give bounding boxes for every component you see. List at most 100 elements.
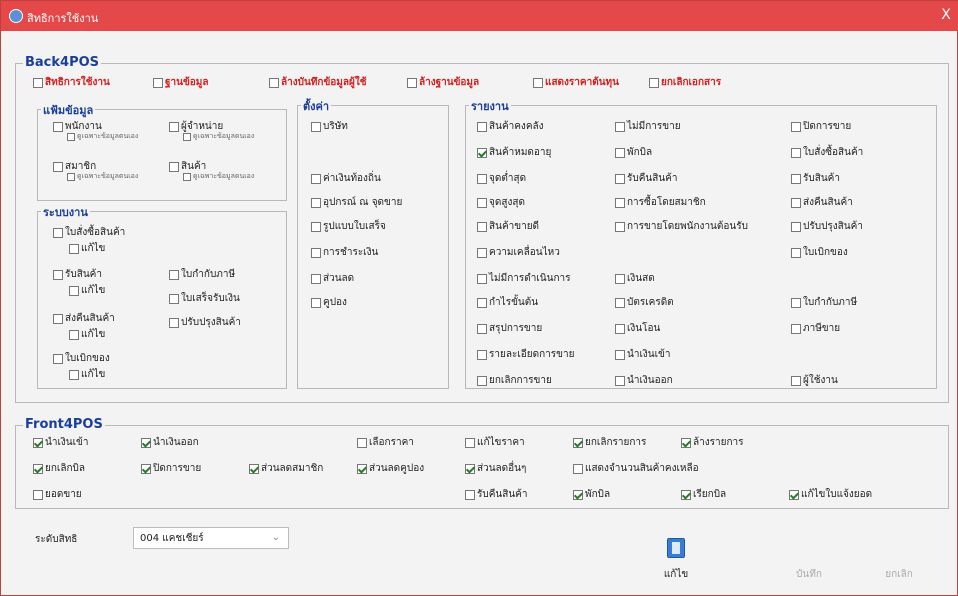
checkbox[interactable] bbox=[53, 353, 63, 364]
checkbox[interactable] bbox=[311, 197, 321, 208]
checkbox[interactable] bbox=[67, 172, 75, 181]
cb-database[interactable]: ฐานข้อมูล bbox=[153, 75, 209, 90]
checkbox[interactable] bbox=[791, 221, 801, 232]
cb-po-edit[interactable]: แก้ไข bbox=[69, 241, 105, 256]
checkbox[interactable] bbox=[681, 489, 691, 500]
front-cb-row2-3[interactable]: ส่วนลดคูปอง bbox=[357, 461, 424, 476]
edit-button[interactable]: แก้ไข bbox=[661, 567, 691, 582]
report-cb-col3-4[interactable]: ปรับปรุงสินค้า bbox=[791, 219, 863, 234]
checkbox[interactable] bbox=[169, 121, 179, 132]
front-cb-row2-5[interactable]: แสดงจำนวนสินค้าคงเหลือ bbox=[573, 461, 699, 476]
report-cb-col1-5[interactable]: ความเคลื่อนไหว bbox=[477, 245, 560, 260]
checkbox[interactable] bbox=[53, 313, 63, 324]
cb-clear-database[interactable]: ล้างฐานข้อมูล bbox=[407, 75, 479, 90]
checkbox[interactable] bbox=[477, 349, 487, 360]
report-cb-col3-7[interactable]: ภาษีขาย bbox=[791, 321, 840, 336]
checkbox[interactable] bbox=[465, 463, 475, 474]
cb-tax-invoice[interactable]: ใบกำกับภาษี bbox=[169, 267, 235, 282]
checkbox[interactable] bbox=[615, 273, 625, 284]
cb-receive-edit[interactable]: แก้ไข bbox=[69, 283, 105, 298]
report-cb-col3-5[interactable]: ใบเบิกของ bbox=[791, 245, 848, 260]
checkbox[interactable] bbox=[33, 489, 43, 500]
checkbox[interactable] bbox=[311, 297, 321, 308]
checkbox[interactable] bbox=[615, 147, 625, 158]
checkbox[interactable] bbox=[477, 147, 487, 158]
checkbox[interactable] bbox=[33, 463, 43, 474]
cb-payment[interactable]: การชำระเงิน bbox=[311, 245, 378, 260]
report-cb-col1-8[interactable]: สรุปการขาย bbox=[477, 321, 542, 336]
cb-requisition-edit[interactable]: แก้ไข bbox=[69, 367, 105, 382]
checkbox[interactable] bbox=[357, 463, 367, 474]
checkbox[interactable] bbox=[53, 121, 63, 132]
cb-discount[interactable]: ส่วนลด bbox=[311, 271, 354, 286]
checkbox[interactable] bbox=[477, 221, 487, 232]
report-cb-col2-4[interactable]: การขายโดยพนักงานต้อนรับ bbox=[615, 219, 748, 234]
checkbox[interactable] bbox=[53, 161, 63, 172]
cb-receipt-format[interactable]: รูปแบบใบเสร็จ bbox=[311, 219, 386, 234]
checkbox[interactable] bbox=[153, 77, 163, 88]
checkbox[interactable] bbox=[477, 323, 487, 334]
report-cb-col3-3[interactable]: ส่งคืนสินค้า bbox=[791, 195, 853, 210]
report-cb-col1-6[interactable]: ไม่มีการดำเนินการ bbox=[477, 271, 571, 286]
report-cb-col3-0[interactable]: ปิดการขาย bbox=[791, 119, 851, 134]
checkbox[interactable] bbox=[33, 437, 43, 448]
report-cb-col1-9[interactable]: รายละเอียดการขาย bbox=[477, 347, 574, 362]
checkbox[interactable] bbox=[477, 173, 487, 184]
cancel-button[interactable]: ยกเลิก bbox=[877, 567, 921, 582]
report-cb-col2-2[interactable]: รับคืนสินค้า bbox=[615, 171, 678, 186]
report-cb-col3-8[interactable]: ผู้ใช้งาน bbox=[791, 373, 838, 388]
cb-supplier-own[interactable]: ดูเฉพาะข้อมูลตนเอง bbox=[183, 131, 254, 142]
report-cb-col2-1[interactable]: พักบิล bbox=[615, 145, 652, 160]
checkbox[interactable] bbox=[183, 132, 191, 141]
checkbox[interactable] bbox=[791, 297, 801, 308]
checkbox[interactable] bbox=[791, 247, 801, 258]
checkbox[interactable] bbox=[465, 437, 475, 448]
front-cb-row2-1[interactable]: ปิดการขาย bbox=[141, 461, 201, 476]
checkbox[interactable] bbox=[615, 349, 625, 360]
report-cb-col1-2[interactable]: จุดต่ำสุด bbox=[477, 171, 526, 186]
cb-return[interactable]: ส่งคืนสินค้า bbox=[53, 311, 115, 326]
front-cb-row1-0[interactable]: นำเงินเข้า bbox=[33, 435, 88, 450]
checkbox[interactable] bbox=[477, 273, 487, 284]
cb-receive[interactable]: รับสินค้า bbox=[53, 267, 102, 282]
level-select[interactable]: 004 แคชเชียร์ ⌄ bbox=[133, 527, 289, 549]
cb-receipt[interactable]: ใบเสร็จรับเงิน bbox=[169, 291, 240, 306]
checkbox[interactable] bbox=[649, 77, 659, 88]
checkbox[interactable] bbox=[533, 77, 543, 88]
checkbox[interactable] bbox=[249, 463, 259, 474]
checkbox[interactable] bbox=[791, 173, 801, 184]
report-cb-col2-3[interactable]: การซื้อโดยสมาชิก bbox=[615, 195, 706, 210]
checkbox[interactable] bbox=[477, 197, 487, 208]
report-cb-col2-9[interactable]: นำเงินออก bbox=[615, 373, 673, 388]
checkbox[interactable] bbox=[615, 375, 625, 386]
front-cb-row1-3[interactable]: แก้ไขราคา bbox=[465, 435, 525, 450]
checkbox[interactable] bbox=[477, 247, 487, 258]
cb-employee-own[interactable]: ดูเฉพาะข้อมูลตนเอง bbox=[67, 131, 138, 142]
checkbox[interactable] bbox=[615, 197, 625, 208]
checkbox[interactable] bbox=[357, 437, 367, 448]
checkbox[interactable] bbox=[477, 121, 487, 132]
cb-purchase-order[interactable]: ใบสั่งซื้อสินค้า bbox=[53, 225, 125, 240]
report-cb-col1-10[interactable]: ยกเลิกการขาย bbox=[477, 373, 552, 388]
checkbox[interactable] bbox=[681, 437, 691, 448]
checkbox[interactable] bbox=[53, 227, 63, 238]
report-cb-col3-2[interactable]: รับสินค้า bbox=[791, 171, 840, 186]
checkbox[interactable] bbox=[791, 147, 801, 158]
checkbox[interactable] bbox=[791, 323, 801, 334]
checkbox[interactable] bbox=[477, 375, 487, 386]
cb-cancel-doc[interactable]: ยกเลิกเอกสาร bbox=[649, 75, 721, 90]
checkbox[interactable] bbox=[573, 437, 583, 448]
checkbox[interactable] bbox=[311, 273, 321, 284]
checkbox[interactable] bbox=[69, 243, 79, 254]
front-cb-row1-2[interactable]: เลือกราคา bbox=[357, 435, 414, 450]
cb-clear-user-log[interactable]: ล้างบันทึกข้อมูลผู้ใช้ bbox=[269, 75, 367, 90]
cb-show-cost[interactable]: แสดงราคาต้นทุน bbox=[533, 75, 619, 90]
cb-company[interactable]: บริษัท bbox=[311, 119, 348, 134]
checkbox[interactable] bbox=[791, 375, 801, 386]
checkbox[interactable] bbox=[311, 221, 321, 232]
checkbox[interactable] bbox=[407, 77, 417, 88]
checkbox[interactable] bbox=[141, 463, 151, 474]
checkbox[interactable] bbox=[789, 489, 799, 500]
checkbox[interactable] bbox=[615, 221, 625, 232]
checkbox[interactable] bbox=[169, 161, 179, 172]
